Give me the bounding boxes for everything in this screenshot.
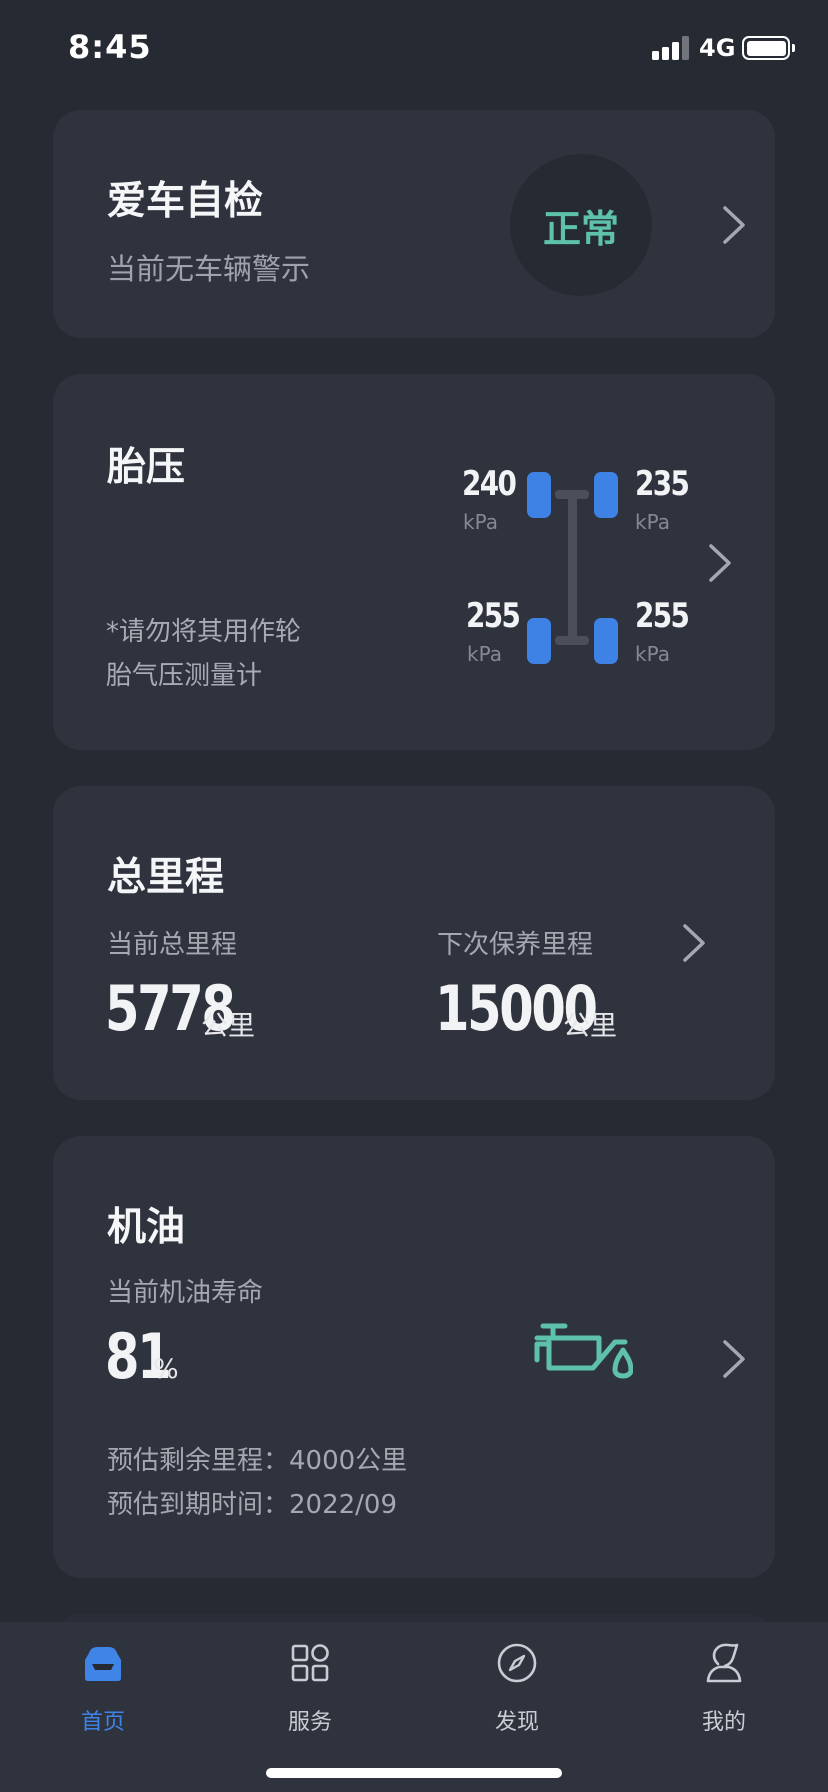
- tire-front-right-value: 235: [635, 464, 690, 504]
- tire-rear-right-value: 255: [635, 596, 690, 636]
- tire-rear-left-value: 255: [466, 596, 521, 636]
- tire-rear-right-unit: kPa: [635, 642, 670, 666]
- home-indicator: [266, 1768, 562, 1778]
- tab-discover-label: 发现: [494, 1710, 539, 1735]
- status-bar: 8:45 4G: [0, 0, 828, 100]
- tire-rear-left-unit: kPa: [467, 642, 502, 666]
- self-check-title: 爱车自检: [107, 179, 264, 224]
- user-icon: [706, 1643, 742, 1683]
- tire-rear-left: [527, 618, 551, 664]
- current-mileage-label: 当前总里程: [107, 930, 238, 960]
- oil-expiry-date: 预估到期时间：2022/09: [107, 1490, 398, 1520]
- signal-icon: [652, 36, 692, 60]
- oil-life-unit: %: [153, 1354, 179, 1385]
- tire-pressure-card[interactable]: 胎压 *请勿将其用作轮 胎气压测量计 240 kPa 235 kPa 255 k…: [53, 374, 775, 750]
- chevron-right-icon: [723, 1340, 745, 1378]
- tab-home[interactable]: 首页: [28, 1640, 178, 1740]
- oil-card[interactable]: 机油 当前机油寿命 81 % 预估剩余里程：4000公里 预估到期时间：2022…: [53, 1136, 775, 1578]
- network-label: 4G: [699, 34, 736, 62]
- tire-rear-right: [594, 618, 618, 664]
- axle-vertical: [568, 492, 577, 644]
- tab-discover[interactable]: 发现: [442, 1640, 592, 1740]
- bottom-tab-bar: 首页 服务 发现 我的: [0, 1622, 828, 1792]
- tire-pressure-note: *请勿将其用作轮 胎气压测量计: [106, 610, 301, 698]
- self-check-subtitle: 当前无车辆警示: [107, 252, 311, 286]
- tab-services-label: 服务: [287, 1710, 332, 1735]
- grid-icon: [291, 1644, 329, 1682]
- chevron-right-icon: [683, 924, 705, 962]
- axle-front: [555, 490, 589, 499]
- chevron-right-icon: [709, 544, 731, 582]
- current-mileage-unit: 公里: [201, 1011, 255, 1042]
- tab-mine[interactable]: 我的: [649, 1640, 799, 1740]
- self-check-status-badge: 正常: [510, 154, 652, 296]
- tab-home-label: 首页: [80, 1710, 125, 1735]
- tab-services[interactable]: 服务: [235, 1640, 385, 1740]
- next-service-label: 下次保养里程: [437, 930, 594, 960]
- compass-icon: [497, 1643, 537, 1683]
- tire-pressure-title: 胎压: [107, 445, 186, 490]
- axle-rear: [555, 636, 589, 645]
- battery-icon: [742, 36, 795, 60]
- tab-mine-label: 我的: [701, 1710, 746, 1735]
- tire-front-right: [594, 472, 618, 518]
- chevron-right-icon: [723, 206, 745, 244]
- tire-front-left-unit: kPa: [463, 510, 498, 534]
- mileage-card[interactable]: 总里程 当前总里程 5778 公里 下次保养里程 15000 公里: [53, 786, 775, 1100]
- oil-life-label: 当前机油寿命: [107, 1278, 264, 1308]
- self-check-card[interactable]: 爱车自检 当前无车辆警示 正常: [53, 110, 775, 338]
- tire-front-left-value: 240: [462, 464, 517, 504]
- tire-front-right-unit: kPa: [635, 510, 670, 534]
- tire-note-line-1: *请勿将其用作轮: [106, 617, 302, 647]
- tire-note-line-2: 胎气压测量计: [106, 661, 263, 691]
- oil-title: 机油: [107, 1205, 186, 1250]
- mileage-title: 总里程: [107, 855, 225, 900]
- status-time: 8:45: [68, 28, 152, 66]
- app-screen: 8:45 4G 爱车自检 当前无车辆警示 正常 胎压 *请勿将其用作轮 胎气压测…: [0, 0, 828, 1792]
- car-home-icon: [85, 1647, 121, 1681]
- oil-can-icon: [534, 1323, 633, 1379]
- tire-front-left: [527, 472, 551, 518]
- next-service-unit: 公里: [563, 1011, 617, 1042]
- oil-remaining-mileage: 预估剩余里程：4000公里: [107, 1446, 408, 1476]
